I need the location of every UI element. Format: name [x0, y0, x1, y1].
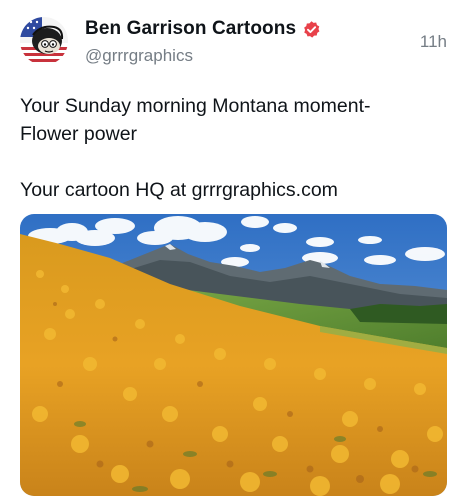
post-text-line[interactable]: Your cartoon HQ at grrrgraphics.com	[20, 176, 450, 204]
author-display-name[interactable]: Ben Garrison Cartoons	[85, 18, 296, 40]
post-timestamp[interactable]: 11h	[420, 32, 447, 52]
post-card[interactable]: Ben Garrison Cartoons @grrrgraphics 11h …	[0, 0, 467, 500]
post-text-line: Your Sunday morning Montana moment-	[20, 95, 371, 117]
montana-flower-field-photo-icon	[20, 214, 447, 496]
verified-badge-icon	[302, 20, 321, 39]
author-handle[interactable]: @grrrgraphics	[85, 46, 193, 66]
author-avatar[interactable]	[20, 17, 68, 65]
author-name-row: Ben Garrison Cartoons	[85, 18, 321, 40]
post-media-photo[interactable]	[20, 214, 447, 496]
post-body: Your Sunday morning Montana moment- Flow…	[20, 92, 450, 204]
post-text-line: Flower power	[20, 123, 138, 145]
avatar-image-icon	[20, 17, 68, 65]
